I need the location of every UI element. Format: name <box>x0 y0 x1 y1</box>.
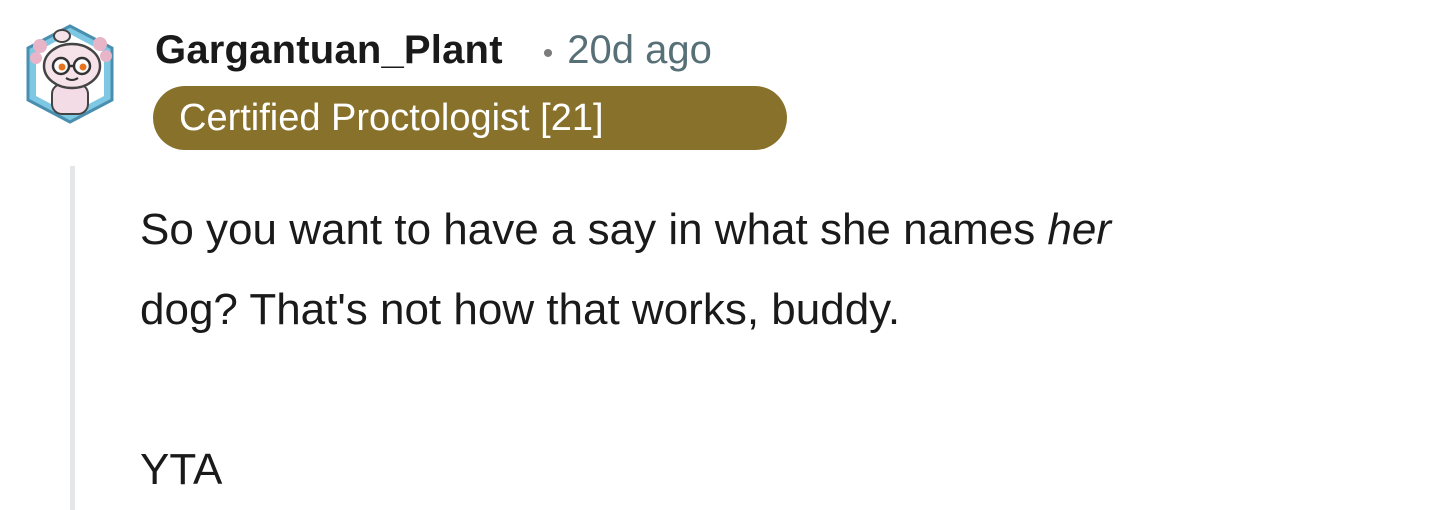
user-avatar[interactable] <box>22 22 118 126</box>
username-link[interactable]: Gargantuan_Plant <box>155 28 503 73</box>
thread-line[interactable] <box>70 166 75 510</box>
comment-body: So you want to have a say in what she na… <box>140 190 1430 510</box>
meta-separator: • <box>542 37 554 70</box>
axolotl-avatar-icon <box>26 24 114 124</box>
comment-paragraph: So you want to have a say in what she na… <box>140 190 1430 350</box>
comment-text: dog? That's not how that works, buddy. <box>140 285 901 334</box>
user-flair-text: Certified Proctologist [21] <box>179 96 604 139</box>
comment-timestamp[interactable]: 20d ago <box>567 28 712 73</box>
comment-emphasis: her <box>1047 205 1112 254</box>
user-flair: Certified Proctologist [21] <box>153 86 787 150</box>
comment-text: So you want to have a say in what she na… <box>140 205 1048 254</box>
comment-header: Gargantuan_Plant • 20d ago <box>155 28 712 73</box>
comment-verdict: YTA <box>140 445 223 494</box>
